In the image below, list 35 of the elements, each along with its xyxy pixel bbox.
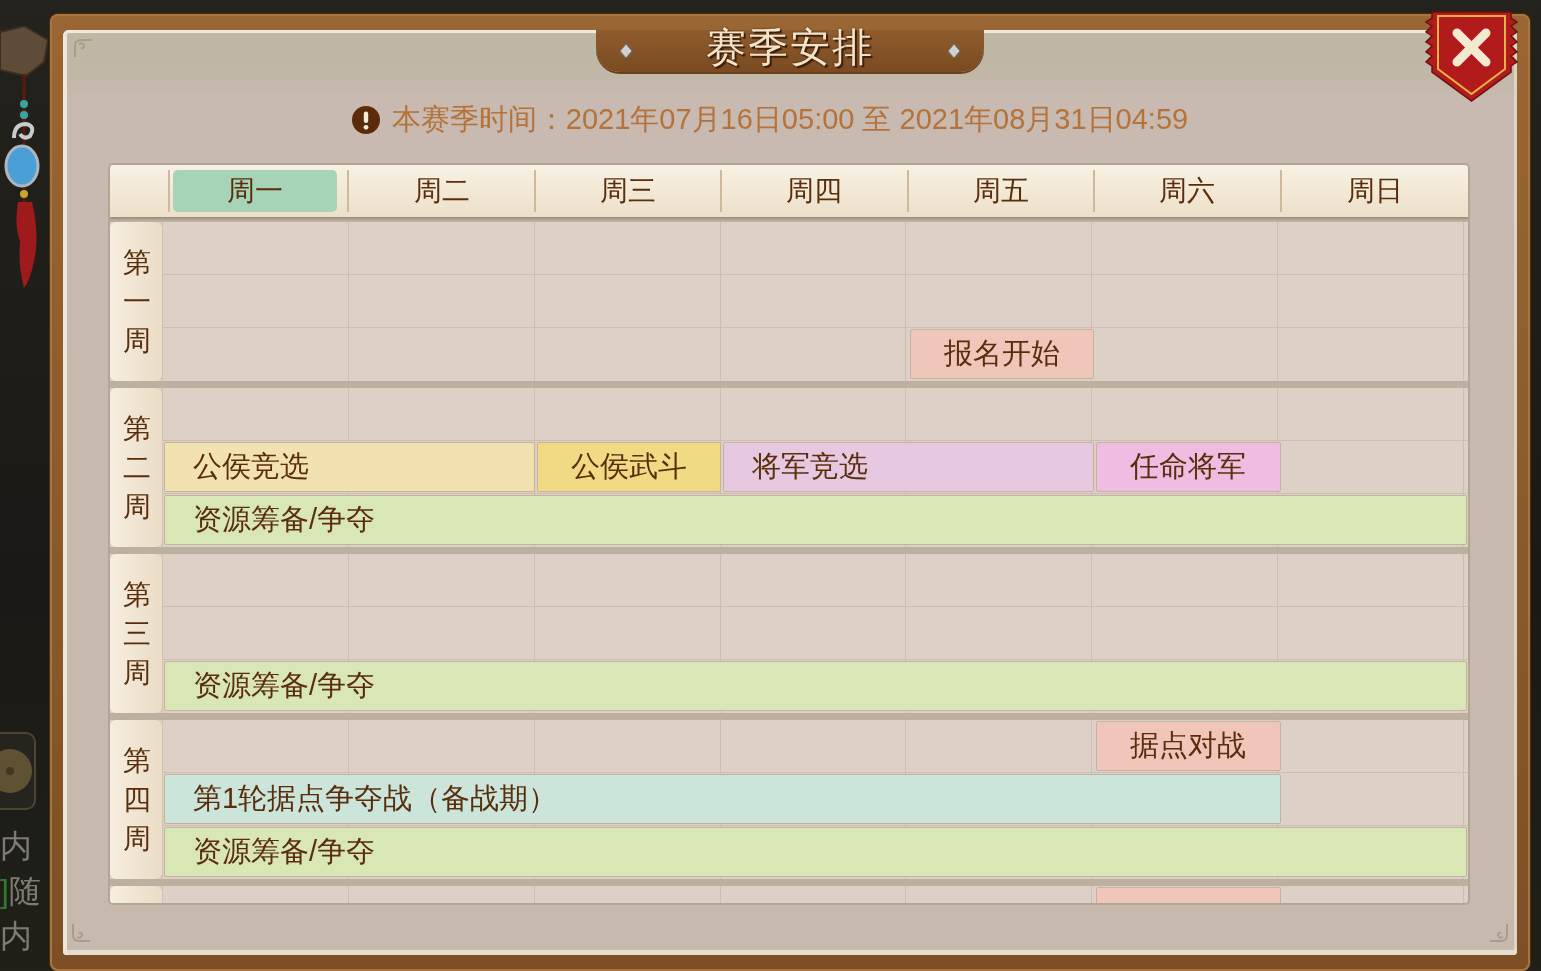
week-label: 第四周 xyxy=(110,720,163,879)
diamond-icon xyxy=(620,44,632,58)
day-header: 周六 xyxy=(1158,174,1217,208)
week-label: 第三周 xyxy=(110,554,163,713)
schedule-event: 资源筹备/争夺 xyxy=(164,661,1467,711)
corner-swirl-icon xyxy=(1489,923,1509,943)
day-header: 周三 xyxy=(599,174,658,208)
exclamation-icon xyxy=(351,106,380,134)
day-header: 周五 xyxy=(971,174,1030,208)
chat-text: 随 xyxy=(8,872,41,911)
day-header: 周二 xyxy=(412,174,471,208)
schedule-event: 将军竞选 xyxy=(723,442,1095,492)
schedule-event: 报名开始 xyxy=(909,329,1095,379)
chat-text: 内 xyxy=(0,917,32,956)
corner-swirl-icon xyxy=(71,923,91,943)
day-header: 周一 xyxy=(173,170,338,212)
day-header: 周四 xyxy=(785,174,844,208)
schedule-event: 据点对战 xyxy=(1096,721,1281,771)
chat-tag: ] xyxy=(0,869,9,914)
close-button[interactable] xyxy=(1424,10,1519,103)
day-header: 周日 xyxy=(1345,174,1404,208)
week-label: 第一周 xyxy=(110,222,163,381)
schedule-event: 资源筹备/争夺 xyxy=(164,495,1467,545)
schedule-event: 公侯武斗 xyxy=(536,442,722,492)
schedule-event: 任命将军 xyxy=(1096,442,1281,492)
season-period-text: 本赛季时间：2021年07月16日05:00 至 2021年08月31日04:59 xyxy=(391,102,1189,137)
schedule-event: 第1轮据点争夺战（备战期） xyxy=(164,774,1281,824)
close-icon xyxy=(1452,28,1491,67)
schedule-event: 公侯竞选 xyxy=(164,442,535,492)
dialog-title: 赛季安排 xyxy=(706,27,874,67)
diamond-icon xyxy=(948,44,960,58)
week-label: 第二周 xyxy=(110,388,163,547)
chat-text: 内 xyxy=(0,827,32,866)
schedule-event: 资源筹备/争夺 xyxy=(164,827,1467,877)
corner-swirl-icon xyxy=(73,38,93,58)
